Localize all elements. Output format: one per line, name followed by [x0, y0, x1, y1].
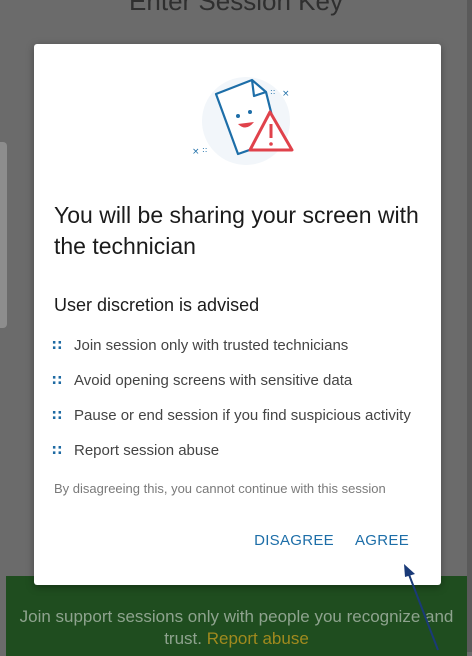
screen-share-dialog: × × :: :: You will be sharing your scree… — [34, 44, 441, 585]
bullet-dots-icon: ∷ — [52, 442, 62, 458]
bullet-dots-icon: ∷ — [52, 337, 62, 353]
document-warning-icon: × × :: :: — [192, 77, 294, 165]
disclaimer-text: By disagreeing this, you cannot continue… — [54, 481, 386, 496]
svg-text:::: :: — [270, 87, 275, 96]
report-abuse-link[interactable]: Report abuse — [207, 629, 309, 648]
pointer-arrow-icon — [404, 564, 439, 651]
dialog-actions: DISAGREE AGREE — [254, 532, 409, 549]
list-item: ∷ Pause or end session if you find suspi… — [52, 398, 432, 433]
advice-list: ∷ Join session only with trusted technic… — [52, 328, 432, 468]
list-item-text: Report session abuse — [74, 442, 220, 459]
svg-text:::: :: — [202, 145, 207, 154]
disagree-button[interactable]: DISAGREE — [254, 532, 334, 549]
svg-text:×: × — [192, 147, 200, 157]
side-handle — [0, 142, 7, 328]
agree-button[interactable]: AGREE — [355, 532, 409, 549]
right-edge-strip — [467, 0, 472, 652]
bullet-dots-icon: ∷ — [52, 407, 62, 423]
dialog-title: You will be sharing your screen with the… — [54, 202, 419, 259]
list-item-text: Pause or end session if you find suspici… — [74, 407, 411, 424]
dialog-subtitle: User discretion is advised — [54, 295, 260, 315]
list-item-text: Avoid opening screens with sensitive dat… — [74, 372, 353, 389]
list-item-text: Join session only with trusted technicia… — [74, 337, 349, 354]
svg-text:×: × — [282, 89, 290, 99]
bullet-dots-icon: ∷ — [52, 372, 62, 388]
list-item: ∷ Join session only with trusted technic… — [52, 328, 432, 363]
background-page-title: Enter Session Key — [129, 0, 343, 16]
list-item: ∷ Report session abuse — [52, 433, 432, 468]
list-item: ∷ Avoid opening screens with sensitive d… — [52, 363, 432, 398]
